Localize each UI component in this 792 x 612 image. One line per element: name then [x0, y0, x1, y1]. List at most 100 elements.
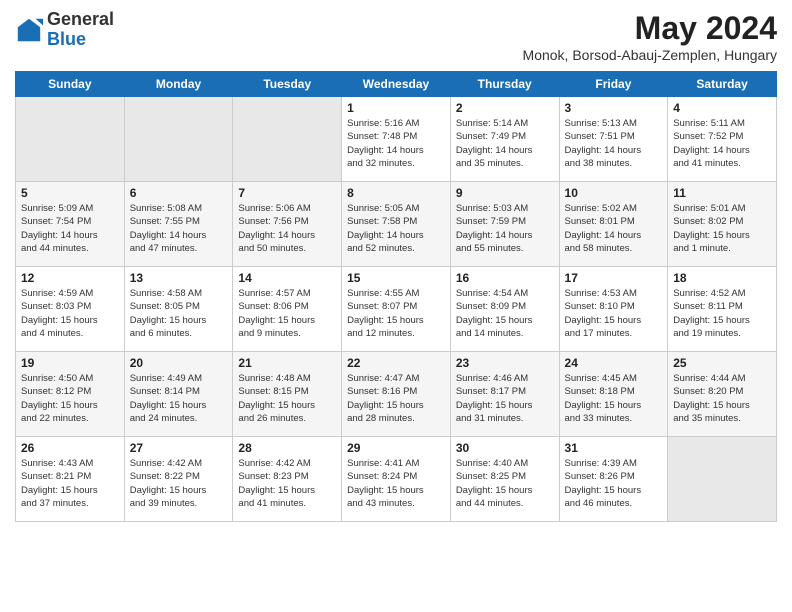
cell-info: Sunrise: 4:43 AM Sunset: 8:21 PM Dayligh… [21, 457, 119, 510]
day-number: 10 [565, 186, 663, 200]
cell-info: Sunrise: 5:06 AM Sunset: 7:56 PM Dayligh… [238, 202, 336, 255]
page-header: General Blue May 2024 Monok, Borsod-Abau… [15, 10, 777, 63]
cell-info: Sunrise: 5:01 AM Sunset: 8:02 PM Dayligh… [673, 202, 771, 255]
cell-info: Sunrise: 5:11 AM Sunset: 7:52 PM Dayligh… [673, 117, 771, 170]
cell-info: Sunrise: 4:44 AM Sunset: 8:20 PM Dayligh… [673, 372, 771, 425]
calendar-cell: 4 Sunrise: 5:11 AM Sunset: 7:52 PM Daylig… [668, 97, 777, 182]
cell-info: Sunrise: 4:47 AM Sunset: 8:16 PM Dayligh… [347, 372, 445, 425]
day-number: 8 [347, 186, 445, 200]
calendar-cell: 24 Sunrise: 4:45 AM Sunset: 8:18 PM Dayli… [559, 352, 668, 437]
calendar-cell [124, 97, 233, 182]
calendar-cell: 18Sunrise: 4:52 AM Sunset: 8:11 PM Dayli… [668, 267, 777, 352]
cell-info: Sunrise: 4:50 AM Sunset: 8:12 PM Dayligh… [21, 372, 119, 425]
cell-info: Sunrise: 4:42 AM Sunset: 8:23 PM Dayligh… [238, 457, 336, 510]
day-number: 11 [673, 186, 771, 200]
day-number: 18 [673, 271, 771, 285]
day-number: 9 [456, 186, 554, 200]
logo: General Blue [15, 10, 114, 50]
cell-info: Sunrise: 5:09 AM Sunset: 7:54 PM Dayligh… [21, 202, 119, 255]
cell-info: Sunrise: 4:40 AM Sunset: 8:25 PM Dayligh… [456, 457, 554, 510]
logo-text: General Blue [47, 10, 114, 50]
day-number: 1 [347, 101, 445, 115]
cell-info: Sunrise: 4:54 AM Sunset: 8:09 PM Dayligh… [456, 287, 554, 340]
location: Monok, Borsod-Abauj-Zemplen, Hungary [523, 47, 777, 63]
day-number: 13 [130, 271, 228, 285]
cell-info: Sunrise: 5:08 AM Sunset: 7:55 PM Dayligh… [130, 202, 228, 255]
cell-info: Sunrise: 4:53 AM Sunset: 8:10 PM Dayligh… [565, 287, 663, 340]
cell-info: Sunrise: 5:05 AM Sunset: 7:58 PM Dayligh… [347, 202, 445, 255]
day-number: 15 [347, 271, 445, 285]
day-number: 4 [673, 101, 771, 115]
day-number: 2 [456, 101, 554, 115]
calendar-cell: 15 Sunrise: 4:55 AM Sunset: 8:07 PM Dayli… [342, 267, 451, 352]
cell-info: Sunrise: 5:02 AM Sunset: 8:01 PM Dayligh… [565, 202, 663, 255]
cell-info: Sunrise: 5:14 AM Sunset: 7:49 PM Dayligh… [456, 117, 554, 170]
day-number: 6 [130, 186, 228, 200]
cell-info: Sunrise: 4:39 AM Sunset: 8:26 PM Dayligh… [565, 457, 663, 510]
day-of-week-header: Tuesday [233, 72, 342, 97]
day-number: 31 [565, 441, 663, 455]
calendar-cell [16, 97, 125, 182]
calendar-cell: 6 Sunrise: 5:08 AM Sunset: 7:55 PM Daylig… [124, 182, 233, 267]
day-of-week-header: Thursday [450, 72, 559, 97]
day-of-week-header: Wednesday [342, 72, 451, 97]
calendar-cell: 28 Sunrise: 4:42 AM Sunset: 8:23 PM Dayli… [233, 437, 342, 522]
day-number: 7 [238, 186, 336, 200]
day-number: 3 [565, 101, 663, 115]
calendar-cell: 30 Sunrise: 4:40 AM Sunset: 8:25 PM Dayli… [450, 437, 559, 522]
day-number: 26 [21, 441, 119, 455]
cell-info: Sunrise: 4:46 AM Sunset: 8:17 PM Dayligh… [456, 372, 554, 425]
calendar-week-row: 1 Sunrise: 5:16 AM Sunset: 7:48 PM Daylig… [16, 97, 777, 182]
calendar-cell: 29 Sunrise: 4:41 AM Sunset: 8:24 PM Dayli… [342, 437, 451, 522]
day-number: 29 [347, 441, 445, 455]
cell-info: Sunrise: 4:48 AM Sunset: 8:15 PM Dayligh… [238, 372, 336, 425]
cell-info: Sunrise: 4:59 AM Sunset: 8:03 PM Dayligh… [21, 287, 119, 340]
cell-info: Sunrise: 4:45 AM Sunset: 8:18 PM Dayligh… [565, 372, 663, 425]
calendar-table: SundayMondayTuesdayWednesdayThursdayFrid… [15, 71, 777, 522]
calendar-cell: 20 Sunrise: 4:49 AM Sunset: 8:14 PM Dayli… [124, 352, 233, 437]
cell-info: Sunrise: 4:55 AM Sunset: 8:07 PM Dayligh… [347, 287, 445, 340]
calendar-week-row: 12 Sunrise: 4:59 AM Sunset: 8:03 PM Dayli… [16, 267, 777, 352]
cell-info: Sunrise: 5:16 AM Sunset: 7:48 PM Dayligh… [347, 117, 445, 170]
calendar-header-row: SundayMondayTuesdayWednesdayThursdayFrid… [16, 72, 777, 97]
calendar-cell: 25 Sunrise: 4:44 AM Sunset: 8:20 PM Dayli… [668, 352, 777, 437]
day-number: 14 [238, 271, 336, 285]
day-number: 21 [238, 356, 336, 370]
day-of-week-header: Friday [559, 72, 668, 97]
calendar-cell: 11 Sunrise: 5:01 AM Sunset: 8:02 PM Dayli… [668, 182, 777, 267]
calendar-cell: 3 Sunrise: 5:13 AM Sunset: 7:51 PM Daylig… [559, 97, 668, 182]
calendar-cell: 1 Sunrise: 5:16 AM Sunset: 7:48 PM Daylig… [342, 97, 451, 182]
day-of-week-header: Sunday [16, 72, 125, 97]
day-number: 25 [673, 356, 771, 370]
calendar-cell: 17 Sunrise: 4:53 AM Sunset: 8:10 PM Dayli… [559, 267, 668, 352]
day-number: 12 [21, 271, 119, 285]
calendar-cell: 14Sunrise: 4:57 AM Sunset: 8:06 PM Dayli… [233, 267, 342, 352]
day-number: 22 [347, 356, 445, 370]
cell-info: Sunrise: 4:49 AM Sunset: 8:14 PM Dayligh… [130, 372, 228, 425]
cell-info: Sunrise: 4:41 AM Sunset: 8:24 PM Dayligh… [347, 457, 445, 510]
cell-info: Sunrise: 5:13 AM Sunset: 7:51 PM Dayligh… [565, 117, 663, 170]
logo-blue: Blue [47, 29, 86, 49]
day-number: 28 [238, 441, 336, 455]
calendar-week-row: 19Sunrise: 4:50 AM Sunset: 8:12 PM Dayli… [16, 352, 777, 437]
day-number: 24 [565, 356, 663, 370]
calendar-cell: 2 Sunrise: 5:14 AM Sunset: 7:49 PM Daylig… [450, 97, 559, 182]
day-number: 27 [130, 441, 228, 455]
title-block: May 2024 Monok, Borsod-Abauj-Zemplen, Hu… [523, 10, 777, 63]
calendar-cell: 8 Sunrise: 5:05 AM Sunset: 7:58 PM Daylig… [342, 182, 451, 267]
day-number: 16 [456, 271, 554, 285]
calendar-cell: 22 Sunrise: 4:47 AM Sunset: 8:16 PM Dayli… [342, 352, 451, 437]
cell-info: Sunrise: 5:03 AM Sunset: 7:59 PM Dayligh… [456, 202, 554, 255]
day-number: 17 [565, 271, 663, 285]
calendar-cell [668, 437, 777, 522]
calendar-cell: 23Sunrise: 4:46 AM Sunset: 8:17 PM Dayli… [450, 352, 559, 437]
calendar-cell: 12 Sunrise: 4:59 AM Sunset: 8:03 PM Dayli… [16, 267, 125, 352]
logo-general: General [47, 9, 114, 29]
calendar-cell: 16 Sunrise: 4:54 AM Sunset: 8:09 PM Dayli… [450, 267, 559, 352]
calendar-cell: 5Sunrise: 5:09 AM Sunset: 7:54 PM Daylig… [16, 182, 125, 267]
calendar-week-row: 26 Sunrise: 4:43 AM Sunset: 8:21 PM Dayli… [16, 437, 777, 522]
month-year: May 2024 [523, 10, 777, 47]
day-number: 20 [130, 356, 228, 370]
calendar-cell [233, 97, 342, 182]
day-number: 30 [456, 441, 554, 455]
